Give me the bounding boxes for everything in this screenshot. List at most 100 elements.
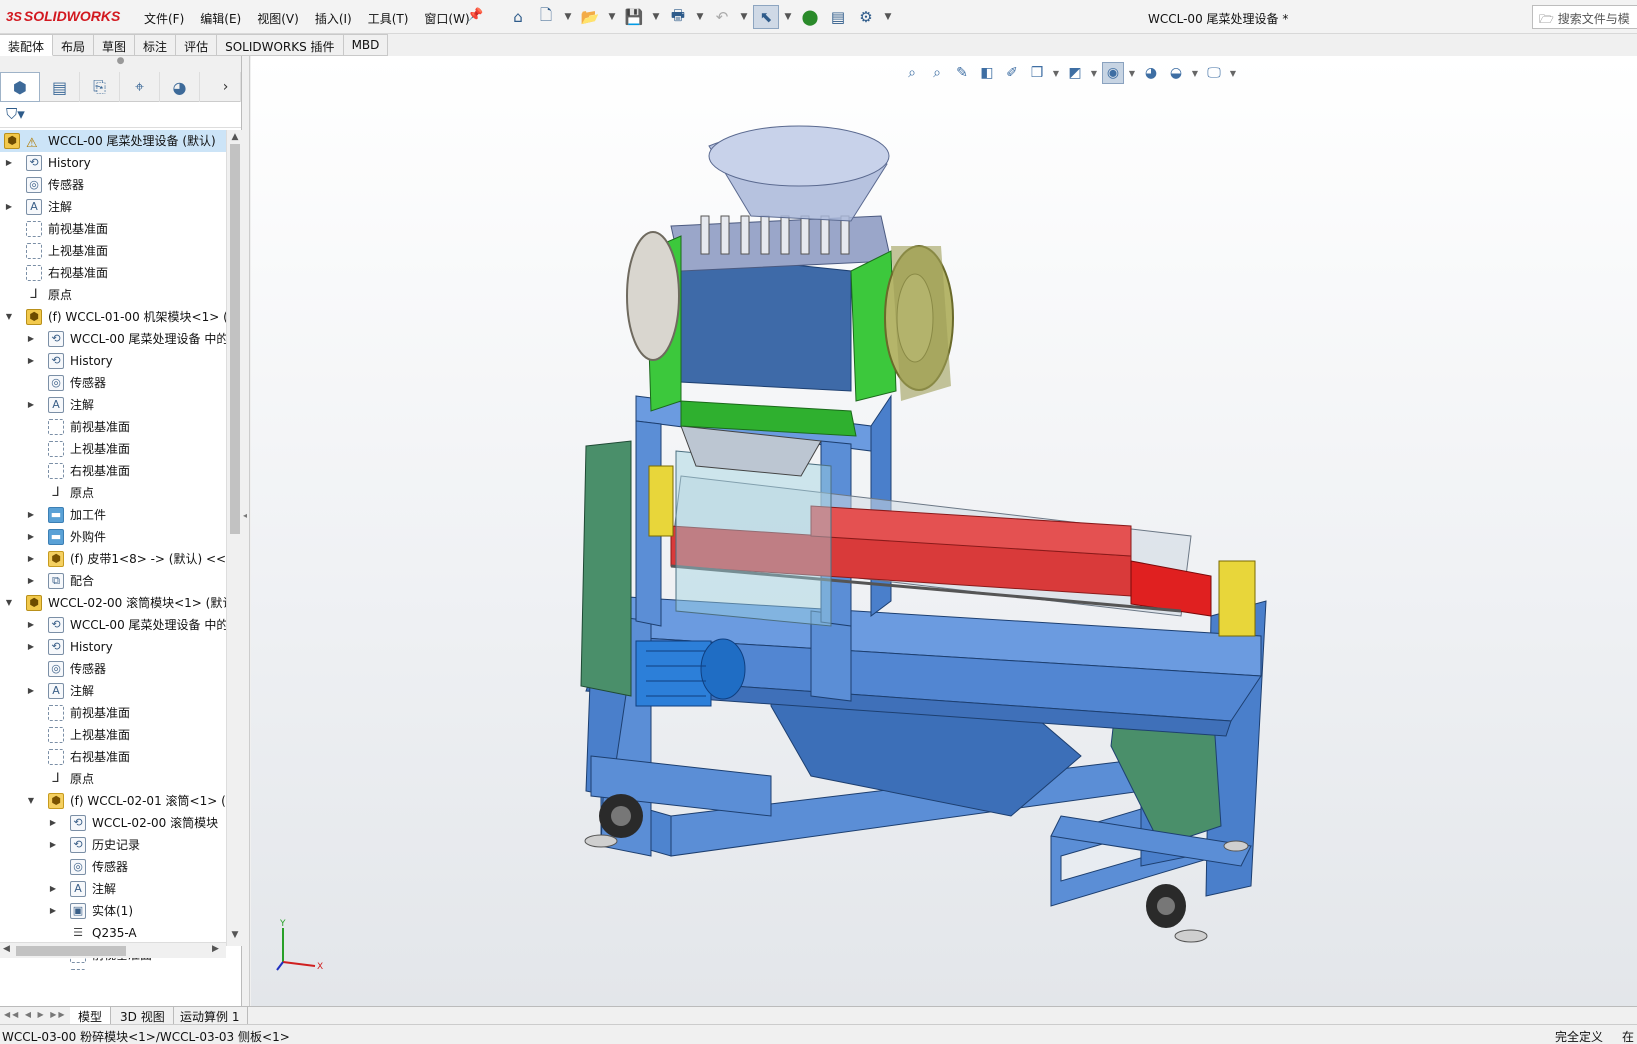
expand-right-icon[interactable]: ▶ bbox=[4, 196, 14, 218]
expand-right-icon[interactable]: ▶ bbox=[48, 834, 58, 856]
tree-item[interactable]: 上视基准面 bbox=[0, 438, 226, 460]
tree-item[interactable]: 前视基准面 bbox=[0, 416, 226, 438]
menu-tools[interactable]: 工具(T) bbox=[360, 10, 417, 27]
panel-splitter[interactable]: ◂ bbox=[242, 56, 250, 1006]
tab-model[interactable]: 模型 bbox=[70, 1007, 112, 1025]
tab-sketch[interactable]: 草图 bbox=[94, 34, 136, 56]
tree-item[interactable]: ▶ A 注解 bbox=[0, 680, 226, 702]
rebuild-traffic-light-icon[interactable]: ⬤ bbox=[797, 5, 823, 29]
splitter-handle-icon[interactable]: ◂ bbox=[243, 511, 247, 520]
expand-right-icon[interactable]: ▶ bbox=[26, 548, 36, 570]
menu-view[interactable]: 视图(V) bbox=[249, 10, 307, 27]
chevron-down-icon[interactable]: ▼ bbox=[781, 5, 795, 29]
dimxpert-manager-tab-icon[interactable]: ⌖ bbox=[120, 72, 160, 102]
tree-item[interactable]: ▶ ▬ 加工件 bbox=[0, 504, 226, 526]
expand-down-icon[interactable]: ▼ bbox=[26, 790, 36, 812]
expand-right-icon[interactable]: ▶ bbox=[26, 504, 36, 526]
tree-item[interactable]: ▼ ⬢ (f) WCCL-01-00 机架模块<1> ( bbox=[0, 306, 226, 328]
tree-item[interactable]: ⅃ 原点 bbox=[0, 482, 226, 504]
feature-manager-tab-icon[interactable]: ⬢ bbox=[0, 72, 40, 102]
expand-right-icon[interactable]: ▶ bbox=[48, 878, 58, 900]
expand-right-icon[interactable]: ▶ bbox=[48, 812, 58, 834]
tab-assembly[interactable]: 装配体 bbox=[0, 34, 54, 56]
undo-icon[interactable]: ↶ bbox=[709, 5, 735, 29]
tab-addins[interactable]: SOLIDWORKS 插件 bbox=[217, 34, 344, 56]
tree-item[interactable]: ▶ ⧉ 配合 bbox=[0, 570, 226, 592]
tree-item[interactable]: ▶ ⟲ WCCL-02-00 滚筒模块 bbox=[0, 812, 226, 834]
scroll-up-icon[interactable]: ▲ bbox=[227, 132, 243, 142]
tree-item[interactable]: ◎ 传感器 bbox=[0, 372, 226, 394]
tree-item[interactable]: ▶ A 注解 bbox=[0, 394, 226, 416]
chevron-down-icon[interactable]: ▼ bbox=[605, 5, 619, 29]
expand-right-icon[interactable]: ▶ bbox=[48, 900, 58, 922]
tree-item[interactable]: ◎ 传感器 bbox=[0, 658, 226, 680]
tree-item[interactable]: ▼ ⬢ (f) WCCL-02-01 滚筒<1> ( bbox=[0, 790, 226, 812]
expand-down-icon[interactable]: ▼ bbox=[4, 592, 14, 614]
tree-item[interactable]: ▶ ⟲ WCCL-00 尾菜处理设备 中的 bbox=[0, 328, 226, 350]
menu-file[interactable]: 文件(F) bbox=[136, 10, 192, 27]
expand-right-icon[interactable]: ▶ bbox=[26, 614, 36, 636]
expand-right-icon[interactable]: ▶ bbox=[26, 328, 36, 350]
tab-evaluate[interactable]: 评估 bbox=[176, 34, 218, 56]
expand-right-icon[interactable]: ▶ bbox=[26, 350, 36, 372]
configuration-manager-tab-icon[interactable]: ⎘ bbox=[80, 72, 120, 102]
scroll-down-icon[interactable]: ▼ bbox=[227, 930, 243, 940]
expand-right-icon[interactable]: ▶ bbox=[26, 680, 36, 702]
tree-item[interactable]: 上视基准面 bbox=[0, 966, 226, 970]
scroll-left-icon[interactable]: ◀ bbox=[3, 944, 10, 954]
tree-item[interactable]: ▶ ⬢ (f) 皮带1<8> -> (默认) <<默 bbox=[0, 548, 226, 570]
tab-motion-study[interactable]: 运动算例 1 bbox=[172, 1007, 249, 1025]
expand-right-icon[interactable]: ▶ bbox=[26, 636, 36, 658]
tree-item[interactable]: ▶ ⟲ History bbox=[0, 152, 226, 174]
tree-item[interactable]: 前视基准面 bbox=[0, 218, 226, 240]
tree-item[interactable]: ▶ A 注解 bbox=[0, 196, 226, 218]
tree-item[interactable]: ▶ ⟲ 历史记录 bbox=[0, 834, 226, 856]
expand-right-icon[interactable]: ▶ bbox=[26, 394, 36, 416]
menu-edit[interactable]: 编辑(E) bbox=[192, 10, 249, 27]
file-properties-icon[interactable]: ▤ bbox=[825, 5, 851, 29]
chevron-down-icon[interactable]: ▼ bbox=[649, 5, 663, 29]
expand-right-icon[interactable]: ▶ bbox=[26, 526, 36, 548]
tree-item[interactable]: ▶ ⟲ WCCL-00 尾菜处理设备 中的 bbox=[0, 614, 226, 636]
open-folder-icon[interactable]: 📂 bbox=[577, 5, 603, 29]
chevron-down-icon[interactable]: ▼ bbox=[561, 5, 575, 29]
new-document-icon[interactable]: 🗋 bbox=[533, 5, 559, 29]
tree-item[interactable]: 右视基准面 bbox=[0, 262, 226, 284]
solidworks-logo[interactable]: 3S SOLIDWORKS bbox=[6, 8, 120, 24]
tree-item[interactable]: 前视基准面 bbox=[0, 702, 226, 724]
property-manager-tab-icon[interactable]: ▤ bbox=[40, 72, 80, 102]
tree-root[interactable]: ⬢ ⚠ WCCL-00 尾菜处理设备 (默认) bbox=[0, 130, 226, 152]
menu-insert[interactable]: 插入(I) bbox=[307, 10, 360, 27]
scroll-right-icon[interactable]: ▶ bbox=[212, 944, 219, 954]
tree-item[interactable]: 上视基准面 bbox=[0, 240, 226, 262]
tree-item[interactable]: ▶ ▬ 外购件 bbox=[0, 526, 226, 548]
tree-item[interactable]: ☰ Q235-A bbox=[0, 922, 226, 944]
display-manager-tab-icon[interactable]: ◕ bbox=[160, 72, 200, 102]
tab-3d-views[interactable]: 3D 视图 bbox=[112, 1007, 174, 1025]
tree-item[interactable]: ▶ ⟲ History bbox=[0, 350, 226, 372]
search-input[interactable]: 🗁 搜索文件与模 bbox=[1532, 5, 1637, 29]
chevron-down-icon[interactable]: ▼ bbox=[737, 5, 751, 29]
chevron-right-icon[interactable]: › bbox=[211, 72, 241, 102]
select-pointer-icon[interactable]: ⬉ bbox=[753, 5, 779, 29]
scroll-thumb[interactable] bbox=[230, 144, 240, 534]
chevron-down-icon[interactable]: ▼ bbox=[881, 5, 895, 29]
tab-mbd[interactable]: MBD bbox=[343, 34, 389, 56]
tab-layout[interactable]: 布局 bbox=[53, 34, 95, 56]
tree-item[interactable]: 右视基准面 bbox=[0, 746, 226, 768]
panel-grip[interactable]: ● bbox=[0, 56, 241, 72]
filter-icon[interactable]: ⛉▾ bbox=[0, 102, 241, 128]
tree-vertical-scrollbar[interactable]: ▲ ▼ bbox=[226, 130, 242, 946]
tree-item[interactable]: 上视基准面 bbox=[0, 724, 226, 746]
graphics-viewport[interactable]: ⌕ ⌕ ✎ ◧ ✐ ❒ ▼ ◩ ▼ ◉ ▼ ◕ ◒ ▼ 🖵 ▼ Y X bbox=[251, 56, 1637, 1006]
tree-item[interactable]: ▶ ⟲ History bbox=[0, 636, 226, 658]
tree-item[interactable]: ◎ 传感器 bbox=[0, 856, 226, 878]
tab-nav-arrows-icon[interactable]: ◀◀ ◀ ▶ ▶▶ bbox=[4, 1010, 67, 1019]
tree-item[interactable]: ◎ 传感器 bbox=[0, 174, 226, 196]
home-icon[interactable]: ⌂ bbox=[505, 5, 531, 29]
tree-horizontal-scrollbar[interactable]: ◀ ▶ bbox=[0, 942, 226, 958]
tree-item[interactable]: ▶ ▣ 实体(1) bbox=[0, 900, 226, 922]
expand-right-icon[interactable]: ▶ bbox=[26, 570, 36, 592]
chevron-down-icon[interactable]: ▼ bbox=[693, 5, 707, 29]
machine-3d-model[interactable] bbox=[251, 56, 1637, 1006]
